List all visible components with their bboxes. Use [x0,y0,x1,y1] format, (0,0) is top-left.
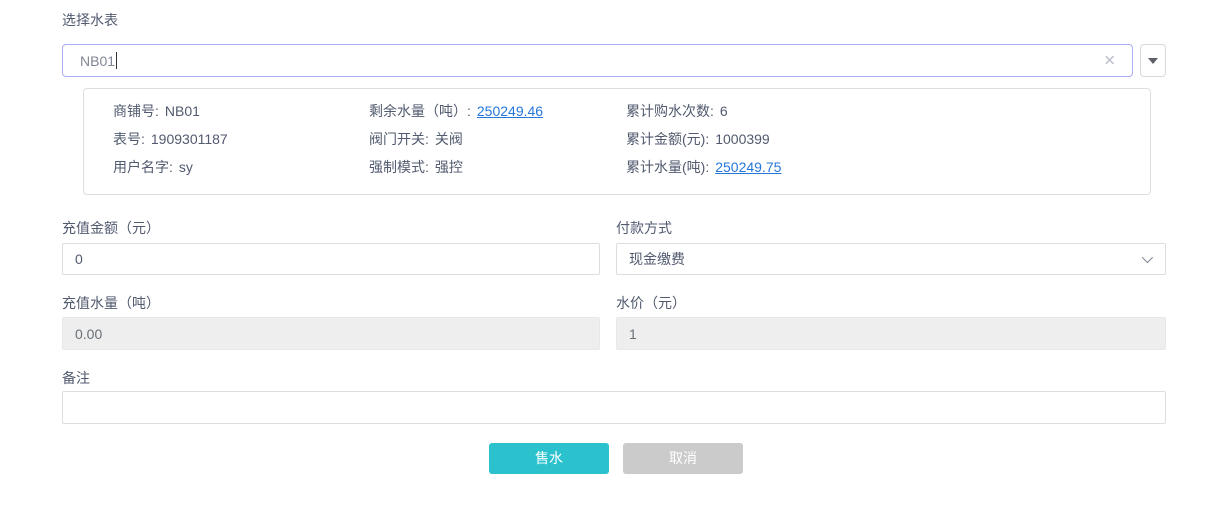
info-value: sy [179,159,193,175]
water-price-label: 水价（元） [616,293,686,313]
info-value: 强控 [435,159,463,175]
info-label: 累计水量(吨): [626,159,709,175]
recharge-water-value: 0.00 [75,326,102,342]
water-price-value: 1 [629,326,637,342]
meter-dropdown-button[interactable] [1140,44,1166,77]
recharge-amount-input[interactable] [62,243,600,275]
info-label: 阀门开关: [369,131,429,147]
info-item-valve-switch: 阀门开关: 关阀 [369,125,626,153]
remark-input[interactable] [62,391,1166,424]
info-label: 剩余水量（吨）: [369,103,471,119]
text-caret [116,52,117,69]
meter-select-value: NB01 [80,53,115,69]
info-value: 1000399 [715,131,770,147]
info-label: 表号: [113,131,145,147]
info-value: 关阀 [435,131,463,147]
caret-down-icon [1148,58,1158,64]
info-label: 累计金额(元): [626,131,709,147]
info-label: 商铺号: [113,103,159,119]
meter-select-input[interactable]: NB01 ✕ [62,44,1133,77]
info-item-shop-no: 商铺号: NB01 [113,97,369,125]
recharge-amount-label: 充值金额（元） [62,218,160,238]
remaining-water-link[interactable]: 250249.46 [477,103,543,119]
meter-select-label: 选择水表 [62,10,118,30]
info-item-purchase-count: 累计购水次数: 6 [626,97,1150,125]
recharge-water-label: 充值水量（吨） [62,293,160,313]
info-label: 累计购水次数: [626,103,714,119]
water-price-input: 1 [616,317,1166,350]
info-item-remaining-water: 剩余水量（吨）: 250249.46 [369,97,626,125]
cancel-button[interactable]: 取消 [623,443,743,474]
info-value: NB01 [165,103,200,119]
payment-method-select[interactable]: 现金缴费 [616,243,1166,275]
meter-info-panel: 商铺号: NB01 剩余水量（吨）: 250249.46 累计购水次数: 6 表号: 1… [83,88,1151,195]
info-label: 用户名字: [113,159,173,175]
info-item-meter-no: 表号: 1909301187 [113,125,369,153]
payment-method-label: 付款方式 [616,218,672,238]
total-water-link[interactable]: 250249.75 [715,159,781,175]
remark-label: 备注 [62,368,90,388]
info-item-total-amount: 累计金额(元): 1000399 [626,125,1150,153]
info-item-user-name: 用户名字: sy [113,153,369,181]
recharge-water-input: 0.00 [62,317,600,350]
clear-icon[interactable]: ✕ [1103,53,1116,68]
info-value: 6 [720,103,728,119]
info-item-total-water: 累计水量(吨): 250249.75 [626,153,1150,181]
info-label: 强制模式: [369,159,429,175]
info-item-force-mode: 强制模式: 强控 [369,153,626,181]
sell-water-button[interactable]: 售水 [489,443,609,474]
chevron-down-icon [1142,252,1153,263]
info-value: 1909301187 [151,131,228,147]
sell-water-form: 选择水表 NB01 ✕ 商铺号: NB01 剩余水量（吨）: 250249.46 累… [0,0,1230,524]
payment-method-value: 现金缴费 [629,249,685,269]
